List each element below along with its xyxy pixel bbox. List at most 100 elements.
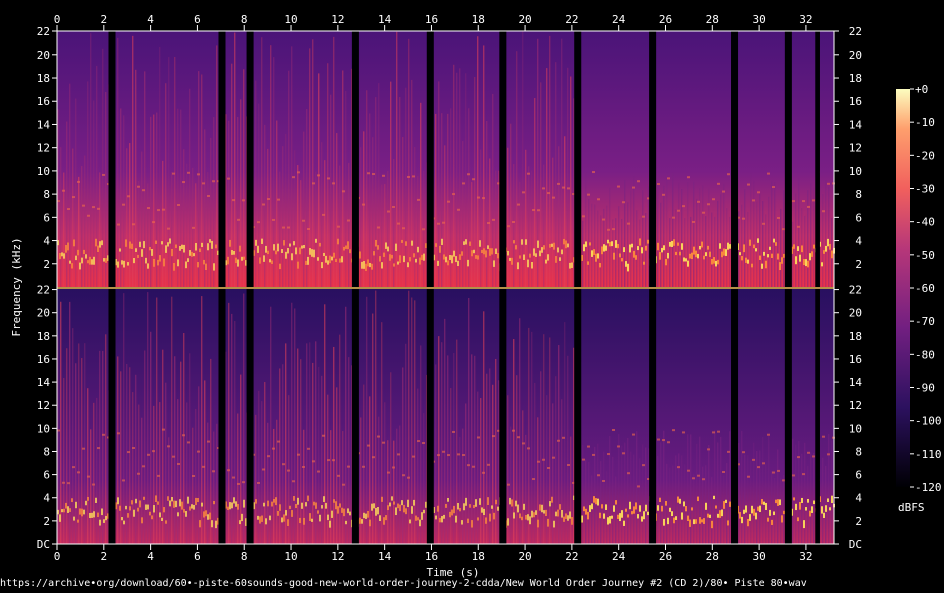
harmonic-band — [453, 505, 455, 514]
harmonic-band — [535, 510, 537, 515]
spectral-streak — [663, 185, 665, 287]
upper-harmonic — [727, 450, 730, 453]
harmonic-band — [507, 518, 509, 526]
x-tick-label: 26 — [659, 550, 672, 563]
harmonic-band — [521, 239, 523, 245]
harmonic-band — [553, 242, 555, 250]
spectral-streak — [384, 184, 386, 287]
spectral-streak — [336, 133, 338, 287]
upper-harmonic — [602, 479, 605, 482]
harmonic-band — [481, 249, 483, 254]
harmonic-band — [743, 509, 745, 514]
harmonic-band — [399, 504, 401, 512]
harmonic-band — [593, 496, 595, 503]
upper-harmonic — [242, 199, 245, 202]
upper-harmonic — [347, 219, 350, 222]
spectral-streak — [753, 442, 755, 544]
harmonic-band — [493, 512, 495, 520]
harmonic-band — [803, 520, 805, 529]
spectral-streak — [120, 108, 122, 287]
upper-harmonic — [307, 447, 310, 450]
spectral-streak — [507, 147, 509, 287]
harmonic-band — [489, 513, 491, 522]
upper-harmonic — [627, 472, 630, 475]
spectral-streak — [627, 202, 629, 287]
spectral-streak — [660, 202, 662, 287]
spectral-streak — [564, 136, 566, 287]
harmonic-band — [743, 244, 745, 253]
spectral-streak — [780, 208, 782, 287]
spectral-streak — [756, 450, 758, 544]
spectral-streak — [681, 455, 683, 544]
harmonic-band — [597, 498, 599, 506]
harmonic-band — [233, 250, 235, 255]
spectral-streak — [591, 475, 593, 544]
upper-harmonic — [92, 206, 95, 209]
harmonic-band — [639, 238, 641, 246]
spectral-streak — [588, 461, 590, 544]
upper-harmonic — [452, 193, 455, 196]
spectral-streak — [396, 428, 398, 544]
harmonic-band — [229, 239, 231, 247]
harmonic-band — [515, 245, 517, 250]
upper-harmonic — [97, 207, 100, 210]
harmonic-band — [825, 505, 827, 512]
harmonic-band — [703, 255, 705, 260]
harmonic-band — [85, 500, 87, 506]
harmonic-band — [643, 511, 645, 520]
upper-harmonic — [417, 440, 420, 443]
spectral-streak — [630, 451, 632, 544]
spectral-streak — [813, 187, 815, 287]
harmonic-band — [137, 507, 139, 512]
upper-harmonic — [167, 227, 170, 230]
upper-harmonic — [592, 453, 595, 456]
harmonic-band — [125, 239, 127, 247]
spectral-streak — [438, 81, 440, 288]
colorbar-tick-label: -100 — [915, 415, 942, 428]
upper-harmonic — [637, 485, 640, 488]
harmonic-band — [801, 497, 803, 503]
upper-harmonic — [232, 199, 235, 202]
harmonic-band — [265, 245, 267, 253]
spectral-streak — [678, 182, 680, 287]
spectral-streak — [627, 437, 629, 544]
spectral-streak — [690, 216, 692, 287]
upper-harmonic — [287, 469, 290, 472]
spectral-streak — [663, 430, 665, 544]
harmonic-band — [605, 504, 607, 510]
harmonic-band — [205, 263, 207, 270]
harmonic-band — [323, 496, 325, 502]
harmonic-band — [67, 242, 69, 251]
harmonic-band — [129, 241, 131, 249]
upper-harmonic — [547, 192, 550, 195]
harmonic-band — [169, 238, 171, 244]
spectral-streak — [435, 113, 437, 287]
spectral-streak — [294, 150, 296, 287]
spectral-streak — [558, 146, 560, 287]
spectral-streak — [471, 354, 473, 544]
harmonic-band — [487, 497, 489, 505]
harmonic-band — [455, 515, 457, 523]
harmonic-band — [471, 250, 473, 257]
harmonic-band — [371, 263, 373, 270]
y-axis-label: Frequency (kHz) — [10, 237, 23, 336]
spectral-streak — [393, 158, 395, 287]
harmonic-band — [349, 249, 351, 254]
harmonic-band — [65, 502, 67, 509]
harmonic-band — [713, 495, 715, 500]
x-tick-label: 20 — [518, 13, 531, 26]
harmonic-band — [761, 499, 763, 505]
harmonic-band — [695, 250, 697, 258]
harmonic-band — [771, 519, 773, 525]
y-tick-label: 2 — [43, 515, 50, 528]
harmonic-band — [555, 511, 557, 517]
harmonic-band — [185, 261, 187, 269]
harmonic-band — [613, 505, 615, 512]
harmonic-band — [319, 242, 321, 247]
colorbar-tick-label: +0 — [915, 83, 928, 96]
y-tick-label: 12 — [849, 399, 862, 412]
harmonic-band — [489, 248, 491, 256]
harmonic-band — [97, 245, 99, 253]
harmonic-band — [657, 242, 659, 251]
upper-harmonic — [562, 186, 565, 189]
